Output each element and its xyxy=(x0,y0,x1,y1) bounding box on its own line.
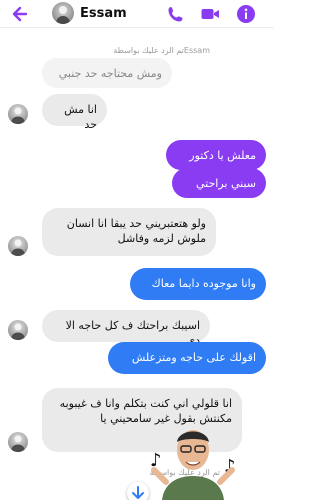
incoming-message[interactable]: اسيبك براحتك ف كل حاجه الا دي xyxy=(42,310,210,347)
back-arrow-icon[interactable] xyxy=(10,4,30,24)
sender-avatar xyxy=(8,236,28,256)
info-icon[interactable] xyxy=(236,4,256,24)
sender-avatar xyxy=(8,104,28,124)
phone-icon[interactable] xyxy=(166,4,186,24)
contact-avatar[interactable] xyxy=(52,2,74,24)
incoming-message[interactable]: انا مش حد xyxy=(42,94,107,131)
outgoing-message[interactable]: معلش يا دكتور xyxy=(166,140,266,170)
video-camera-icon[interactable] xyxy=(200,4,220,24)
outgoing-message[interactable]: اقولك على حاجه ومتزعلش xyxy=(108,342,266,374)
quoted-message[interactable]: ومش محتاجه حد جنبي xyxy=(42,58,172,88)
reply-note: Essamتم الرد عليك بواسطة xyxy=(113,46,210,55)
sender-avatar xyxy=(8,432,28,452)
incoming-message[interactable]: ولو هتعتبريني حد يبقا انا انسان ملوش لزم… xyxy=(42,208,216,256)
chat-header: Essam xyxy=(0,0,274,28)
scroll-to-bottom-button[interactable] xyxy=(127,482,149,500)
contact-name[interactable]: Essam xyxy=(80,6,127,21)
sender-avatar xyxy=(8,320,28,340)
outgoing-message[interactable]: سبني براحتي xyxy=(172,168,266,198)
avatar-sticker-dancing-icon: ♪ ♪ xyxy=(150,430,236,500)
outgoing-message[interactable]: وانا موجوده دايما معاك xyxy=(130,268,266,300)
arrow-down-icon xyxy=(132,486,144,499)
